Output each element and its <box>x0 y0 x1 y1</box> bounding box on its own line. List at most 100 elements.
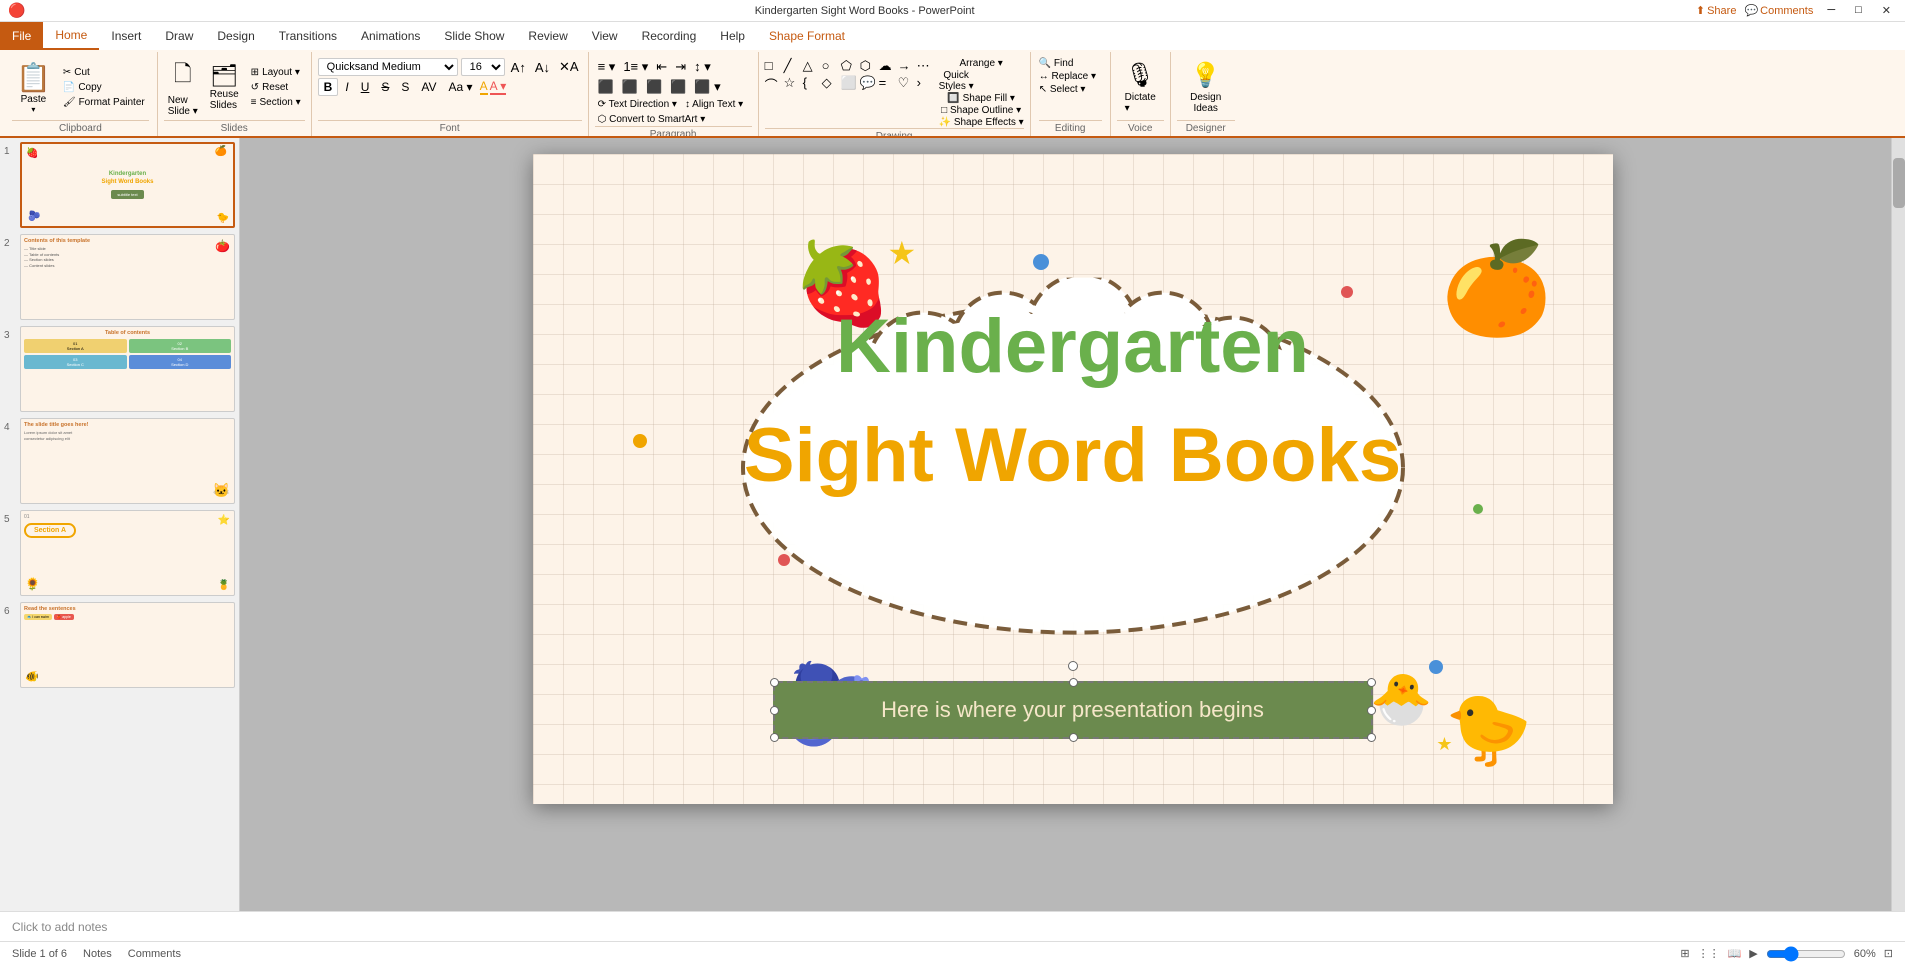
slide-thumb-1[interactable]: 1 KindergartenSight Word Books subtitle … <box>4 142 235 228</box>
format-painter-button[interactable]: 🖌 Format Painter <box>59 96 149 109</box>
decrease-indent-button[interactable]: ⇤ <box>653 58 670 76</box>
shape-effects-button[interactable]: ✨ Shape Effects ▾ <box>939 117 1024 128</box>
shape-cloud[interactable]: ☁ <box>879 58 897 74</box>
text-shadow-button[interactable]: S <box>396 79 414 95</box>
convert-smartart-button[interactable]: ⬡ Convert to SmartArt ▾ <box>595 113 709 126</box>
increase-indent-button[interactable]: ⇥ <box>672 58 689 76</box>
bullets-button[interactable]: ≡ ▾ <box>595 58 619 76</box>
close-button[interactable]: ✕ <box>1876 4 1897 17</box>
replace-button[interactable]: ↔ Replace ▾ <box>1039 71 1102 82</box>
find-button[interactable]: 🔍 Find <box>1039 58 1102 69</box>
tab-draw[interactable]: Draw <box>153 22 205 50</box>
shape-line[interactable]: ╱ <box>784 58 802 74</box>
copy-icon: 📄 <box>63 82 75 93</box>
slide-thumb-3[interactable]: 3 Table of contents 01Section A 02Sectio… <box>4 326 235 412</box>
main-slide[interactable]: ★ ★ ★ ★ ★ <box>533 154 1613 804</box>
shape-quad[interactable]: ◇ <box>822 75 840 94</box>
shape-outline-button[interactable]: □ Shape Outline ▾ <box>939 105 1024 116</box>
tab-recording[interactable]: Recording <box>630 22 709 50</box>
view-slide-sorter[interactable]: ⋮⋮ <box>1698 947 1720 960</box>
shape-call[interactable]: 💬 <box>860 75 878 94</box>
slide-title-line1[interactable]: Kindergarten <box>533 309 1613 385</box>
view-reading[interactable]: 📖 <box>1728 947 1742 960</box>
decrease-font-size-button[interactable]: A↓ <box>532 59 553 76</box>
shape-brace[interactable]: { <box>803 75 821 94</box>
shape-arc[interactable]: ⌒ <box>765 75 783 94</box>
comments-button[interactable]: 💬 Comments <box>1744 4 1813 17</box>
tab-shape-format[interactable]: Shape Format <box>757 22 857 50</box>
shape-fill-button[interactable]: 🔲 Shape Fill ▾ <box>939 93 1024 104</box>
increase-font-size-button[interactable]: A↑ <box>508 59 529 76</box>
tab-transitions[interactable]: Transitions <box>267 22 349 50</box>
text-direction-button[interactable]: ⟳ Text Direction ▾ <box>595 98 680 111</box>
tab-slideshow[interactable]: Slide Show <box>432 22 516 50</box>
bold-button[interactable]: B <box>318 78 339 96</box>
shape-rect[interactable]: □ <box>765 58 783 74</box>
align-text-button[interactable]: ↕ Align Text ▾ <box>682 98 746 111</box>
align-center-button[interactable]: ⬛ <box>619 78 641 96</box>
select-button[interactable]: ↖ Select ▾ <box>1039 84 1102 95</box>
tab-animations[interactable]: Animations <box>349 22 432 50</box>
slide-thumb-2[interactable]: 2 Contents of this template — Title slid… <box>4 234 235 320</box>
change-case-button[interactable]: Aa ▾ <box>444 79 478 95</box>
arrange-button[interactable]: Arrange ▾ <box>939 58 1024 69</box>
shape-pentagon[interactable]: ⬠ <box>841 58 859 74</box>
copy-button[interactable]: 📄 Copy <box>59 81 149 94</box>
zoom-slider[interactable] <box>1766 946 1846 962</box>
fit-slide-button[interactable]: ⊡ <box>1884 947 1893 960</box>
tab-design[interactable]: Design <box>205 22 266 50</box>
shape-arrow[interactable]: → <box>898 58 916 74</box>
reuse-slides-button[interactable]: 🗂 ReuseSlides <box>206 61 243 113</box>
canvas-scrollbar[interactable] <box>1891 138 1905 911</box>
reset-button[interactable]: ↺ Reset <box>247 81 305 94</box>
strikethrough-button[interactable]: S <box>376 79 394 95</box>
quick-styles-button[interactable]: QuickStyles ▾ <box>939 70 974 92</box>
layout-button[interactable]: ⊞ Layout ▾ <box>247 66 305 79</box>
align-right-button[interactable]: ⬛ <box>643 78 665 96</box>
align-left-button[interactable]: ⬛ <box>595 78 617 96</box>
editing-group: 🔍 Find ↔ Replace ▾ ↖ Select ▾ Editing <box>1031 52 1111 136</box>
new-slide-button[interactable]: 🗋 NewSlide ▾ <box>164 55 202 119</box>
shape-heart[interactable]: ♡ <box>898 75 916 94</box>
char-spacing-button[interactable]: AV <box>416 79 441 95</box>
shape-more[interactable]: ⋯ <box>917 58 935 74</box>
line-spacing-button[interactable]: ↕ ▾ <box>691 58 714 76</box>
share-button[interactable]: ⬆ Share <box>1696 4 1737 17</box>
shape-hexagon[interactable]: ⬡ <box>860 58 878 74</box>
shape-triangle[interactable]: △ <box>803 58 821 74</box>
paste-button[interactable]: 📋 Paste ▾ <box>12 59 55 116</box>
clear-formatting-button[interactable]: ✕A <box>556 58 582 76</box>
notes-area[interactable]: Click to add notes <box>0 911 1905 941</box>
shape-block[interactable]: ⬜ <box>841 75 859 94</box>
slide-thumb-6[interactable]: 6 Read the sentences 🐟 I can swim 🍎 appl… <box>4 602 235 688</box>
justify-button[interactable]: ⬛ <box>667 78 689 96</box>
shape-chevron[interactable]: › <box>917 75 935 94</box>
subtitle-textbox[interactable]: Here is where your presentation begins <box>773 681 1373 739</box>
view-slideshow[interactable]: ▶ <box>1749 947 1757 960</box>
status-notes: Notes <box>83 948 112 960</box>
italic-button[interactable]: I <box>340 79 353 95</box>
shape-star[interactable]: ☆ <box>784 75 802 94</box>
cut-button[interactable]: ✂ Cut <box>59 66 149 79</box>
tab-review[interactable]: Review <box>516 22 579 50</box>
slide-thumb-4[interactable]: 4 The slide title goes here! Lorem ipsum… <box>4 418 235 504</box>
columns-button[interactable]: ⬛ ▾ <box>691 78 723 96</box>
font-family-select[interactable]: Quicksand Medium <box>318 58 458 76</box>
maximize-button[interactable]: □ <box>1849 4 1868 17</box>
tab-home[interactable]: Home <box>43 22 99 50</box>
shape-eq[interactable]: = <box>879 75 897 94</box>
slide-thumb-5[interactable]: 5 01 Section A 🌻 🍍 ⭐ <box>4 510 235 596</box>
tab-help[interactable]: Help <box>708 22 757 50</box>
view-normal[interactable]: ⊞ <box>1680 947 1689 960</box>
section-button[interactable]: ≡ Section ▾ <box>247 96 305 109</box>
numbering-button[interactable]: 1≡ ▾ <box>620 58 651 76</box>
shape-circle[interactable]: ○ <box>822 58 840 74</box>
font-size-select[interactable]: 16 <box>461 58 505 76</box>
tab-view[interactable]: View <box>580 22 630 50</box>
underline-button[interactable]: U <box>356 79 375 95</box>
tab-insert[interactable]: Insert <box>99 22 153 50</box>
slide-title-line2[interactable]: Sight Word Books <box>533 414 1613 498</box>
slide-count: Slide 1 of 6 <box>12 948 67 960</box>
tab-file[interactable]: File <box>0 22 43 50</box>
minimize-button[interactable]: ─ <box>1821 4 1841 17</box>
